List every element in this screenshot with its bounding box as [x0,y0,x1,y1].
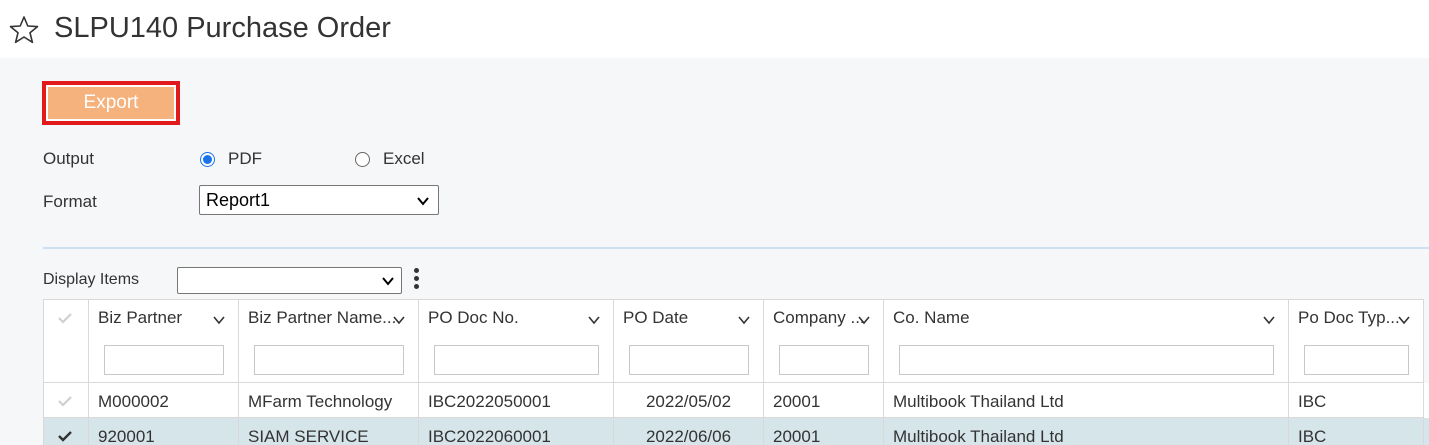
table-cell: Multibook Thailand Ltd [884,383,1289,418]
table-cell: SIAM SERVICE [239,418,419,445]
column-header-po-date[interactable]: PO Date [614,299,764,383]
table-cell: IBC [1289,418,1424,445]
table-row[interactable]: 920001 SIAM SERVICE IBC2022060001 2022/0… [43,418,1429,445]
column-label: PO Doc No. [428,308,519,327]
column-label: Company ... [773,308,865,327]
output-pdf-label[interactable]: PDF [228,149,262,169]
row-checkmark-icon [58,396,72,407]
chevron-down-icon [382,277,394,286]
column-header-po-doc-type[interactable]: Po Doc Typ... [1289,299,1424,383]
select-all-checkmark-icon [58,313,72,324]
output-excel-label[interactable]: Excel [383,149,425,169]
chevron-down-icon[interactable] [1262,313,1276,327]
display-items-select[interactable] [177,267,402,294]
column-label: PO Date [623,308,689,327]
table-cell: Multibook Thailand Ltd [884,418,1289,445]
purchase-order-grid: Biz Partner Biz Partner Name... PO Doc N… [43,299,1429,445]
filter-input[interactable] [629,345,749,375]
chevron-down-icon[interactable] [737,313,751,327]
filter-input[interactable] [899,345,1274,375]
row-select-cell[interactable] [43,418,89,445]
row-checkmark-icon [58,431,72,442]
filter-input[interactable] [104,345,224,375]
column-label: Biz Partner Name... [248,308,397,327]
chevron-down-icon[interactable] [212,313,226,327]
page-title: SLPU140 Purchase Order [54,12,391,44]
column-header-biz-partner[interactable]: Biz Partner [89,299,239,383]
column-header-po-doc-no[interactable]: PO Doc No. [419,299,614,383]
table-cell: IBC2022050001 [419,383,614,418]
section-divider [43,247,1429,249]
table-cell: IBC2022060001 [419,418,614,445]
output-pdf-radio[interactable] [200,152,215,167]
table-cell: 20001 [764,383,884,418]
column-label: Biz Partner [98,308,183,327]
output-label: Output [43,149,95,168]
display-items-label: Display Items [43,271,140,288]
filter-input[interactable] [254,345,404,375]
format-select[interactable]: Report1 [199,185,439,215]
filter-input[interactable] [434,345,599,375]
chevron-down-icon[interactable] [1397,313,1411,327]
favorite-star-icon[interactable] [9,15,39,45]
table-cell: MFarm Technology [239,383,419,418]
chevron-down-icon[interactable] [392,313,406,327]
row-select-cell[interactable] [43,383,89,418]
chevron-down-icon [417,197,429,206]
output-excel-radio[interactable] [355,152,370,167]
format-label: Format [43,192,97,211]
column-label: Po Doc Typ... [1298,308,1400,327]
chevron-down-icon[interactable] [587,313,601,327]
table-row[interactable]: M000002 MFarm Technology IBC2022050001 2… [43,383,1429,418]
chevron-down-icon[interactable] [857,313,871,327]
table-cell: 920001 [89,418,239,445]
table-cell: 2022/06/06 [614,418,764,445]
export-button[interactable]: Export [42,81,180,125]
table-cell: M000002 [89,383,239,418]
export-button-label: Export [48,87,174,119]
table-cell: IBC [1289,383,1424,418]
column-header-co-name[interactable]: Co. Name [884,299,1289,383]
table-cell: 2022/05/02 [614,383,764,418]
select-all-header[interactable] [43,299,89,383]
format-select-value: Report1 [206,190,271,210]
filter-input[interactable] [779,345,869,375]
table-cell: 20001 [764,418,884,445]
column-header-biz-partner-name[interactable]: Biz Partner Name... [239,299,419,383]
column-header-company[interactable]: Company ... [764,299,884,383]
more-options-icon[interactable] [414,268,420,294]
column-label: Co. Name [893,308,970,327]
filter-input[interactable] [1304,345,1409,375]
title-bar: SLPU140 Purchase Order [0,0,1429,58]
